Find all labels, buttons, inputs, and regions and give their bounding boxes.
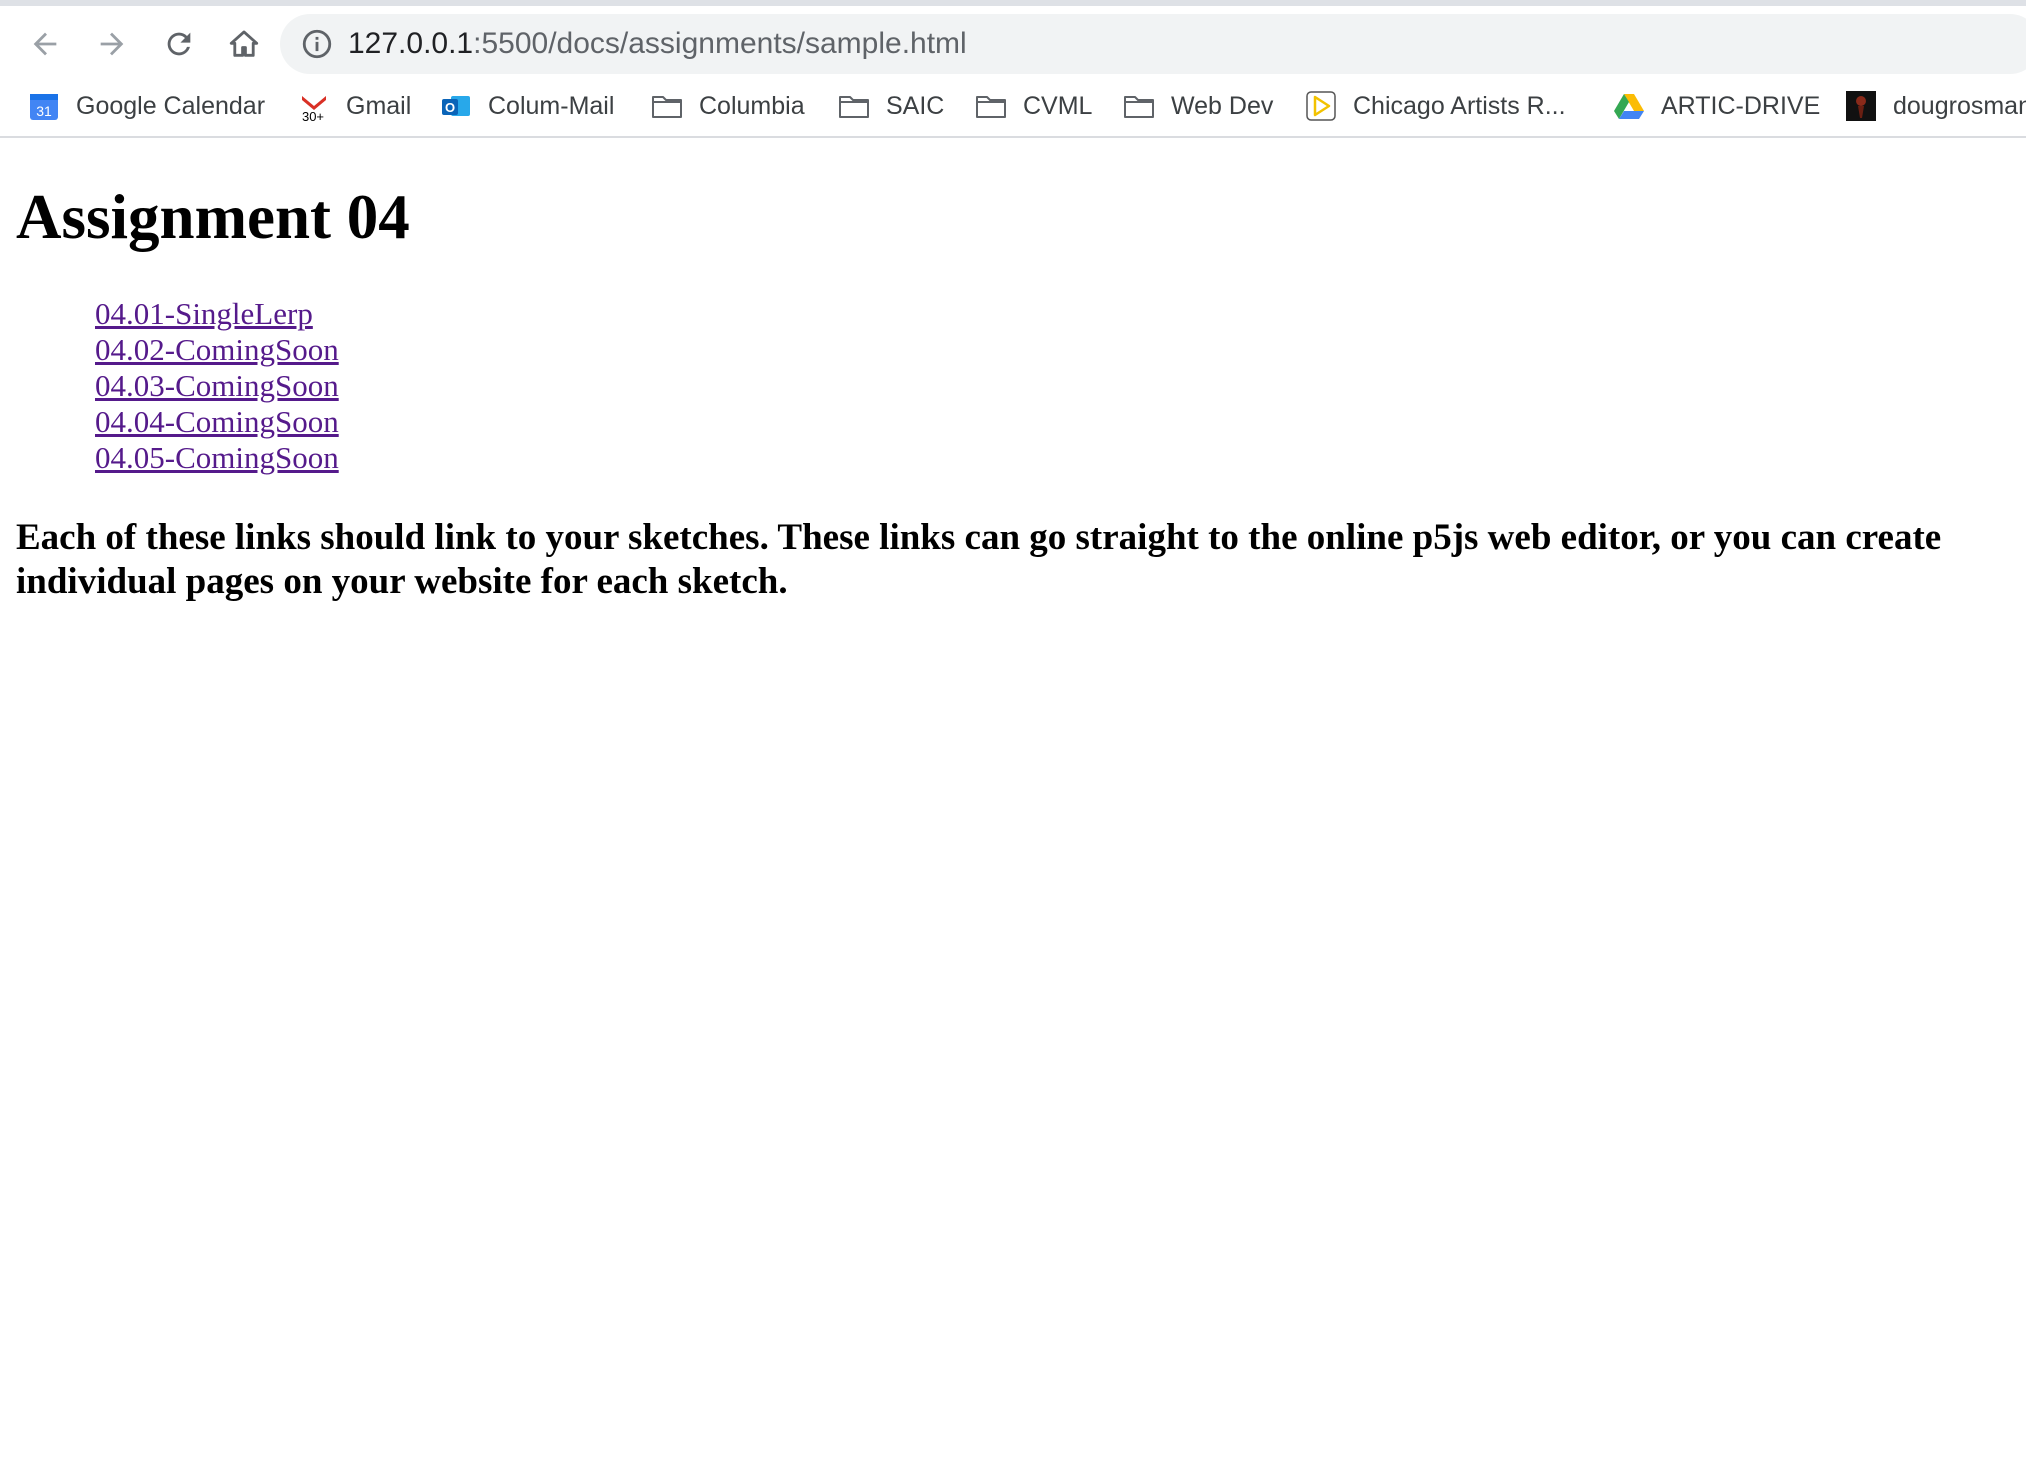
browser-toolbar: 127.0.0.1:5500/docs/assignments/sample.h…: [0, 0, 2026, 76]
bookmark-colum-mail[interactable]: O Colum-Mail: [440, 84, 614, 128]
folder-icon: [975, 90, 1007, 122]
bookmark-gmail[interactable]: 30+ Gmail: [298, 84, 411, 128]
bookmark-label: ARTIC-DRIVE: [1661, 91, 1821, 120]
page-title: Assignment 04: [16, 182, 410, 252]
bookmark-label: Colum-Mail: [488, 91, 615, 120]
forward-button[interactable]: [86, 18, 138, 70]
sketch-link-04-01[interactable]: 04.01-SingleLerp: [95, 296, 313, 331]
outlook-icon: O: [440, 90, 472, 122]
sketch-link-04-04[interactable]: 04.04-ComingSoon: [95, 404, 339, 439]
bookmark-label: Gmail: [346, 91, 412, 120]
bookmark-label: dougrosman: [1893, 91, 2026, 120]
list-item: 04.04-ComingSoon: [95, 404, 2006, 440]
back-button[interactable]: [19, 18, 71, 70]
list-item: 04.03-ComingSoon: [95, 368, 2006, 404]
home-button[interactable]: [218, 18, 270, 70]
bookmark-label: CVML: [1023, 91, 1093, 120]
folder-icon: [838, 90, 870, 122]
forward-arrow-icon: [100, 32, 124, 56]
list-item: 04.05-ComingSoon: [95, 440, 2006, 476]
calendar-icon-text: 31: [36, 103, 52, 119]
drive-icon: [1613, 90, 1645, 122]
list-item: 04.01-SingleLerp: [95, 296, 2006, 332]
address-bar[interactable]: 127.0.0.1:5500/docs/assignments/sample.h…: [280, 14, 2026, 74]
sketch-link-04-02[interactable]: 04.02-ComingSoon: [95, 332, 339, 367]
calendar-icon: 31: [28, 90, 60, 122]
home-icon: [229, 30, 259, 57]
gmail-icon: 30+: [298, 90, 330, 122]
bookmark-saic[interactable]: SAIC: [838, 84, 944, 128]
bookmark-label: Chicago Artists R...: [1353, 91, 1566, 120]
sketch-link-04-05[interactable]: 04.05-ComingSoon: [95, 440, 339, 475]
bookmark-chicago-artists[interactable]: Chicago Artists R...: [1305, 84, 1566, 128]
folder-icon: [651, 90, 683, 122]
bookmark-cvml[interactable]: CVML: [975, 84, 1092, 128]
bookmark-dougrosman[interactable]: dougrosman: [1845, 84, 2026, 128]
back-arrow-icon: [33, 32, 57, 56]
gmail-icon-text: 30+: [302, 109, 324, 122]
reload-icon: [167, 32, 191, 56]
list-item: 04.02-ComingSoon: [95, 332, 2006, 368]
bookmark-label: Google Calendar: [76, 91, 266, 120]
bookmark-web-dev[interactable]: Web Dev: [1123, 84, 1273, 128]
avatar-icon: [1845, 90, 1877, 122]
outlook-icon-text: O: [445, 100, 455, 115]
bookmark-google-calendar[interactable]: 31 Google Calendar: [28, 84, 265, 128]
bookmarks-bar: 31 Google Calendar 30+ Gmail O Colum-Mai…: [0, 76, 2026, 138]
folder-icon: [1123, 90, 1155, 122]
url-host: 127.0.0.1: [348, 27, 474, 60]
bookmark-label: Web Dev: [1171, 91, 1274, 120]
sketch-links-list: 04.01-SingleLerp 04.02-ComingSoon 04.03-…: [16, 296, 2006, 476]
bookmark-label: SAIC: [886, 91, 945, 120]
instructions-text: Each of these links should link to your …: [16, 516, 1942, 602]
bookmark-label: Columbia: [699, 91, 805, 120]
bookmark-artic-drive[interactable]: ARTIC-DRIVE: [1613, 84, 1820, 128]
play-icon: [1305, 90, 1337, 122]
url-path: :5500/docs/assignments/sample.html: [473, 27, 967, 60]
reload-button[interactable]: [153, 18, 205, 70]
page-content: Assignment 04 04.01-SingleLerp 04.02-Com…: [16, 138, 2006, 604]
url-text: 127.0.0.1:5500/docs/assignments/sample.h…: [348, 14, 967, 74]
sketch-link-04-03[interactable]: 04.03-ComingSoon: [95, 368, 339, 403]
bookmark-columbia[interactable]: Columbia: [651, 84, 805, 128]
info-icon[interactable]: [300, 27, 334, 61]
